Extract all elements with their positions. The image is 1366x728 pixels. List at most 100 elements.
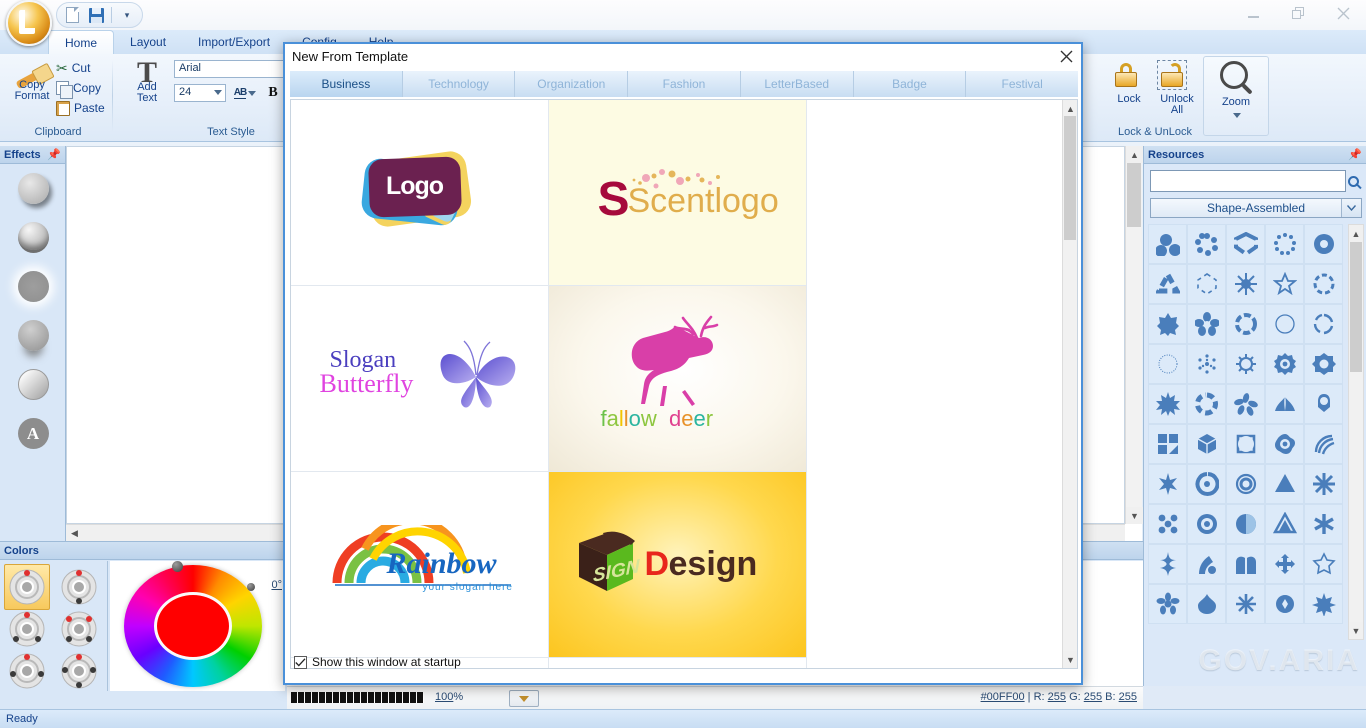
effect-item-text-style[interactable]: A	[0, 409, 66, 458]
shape-cell[interactable]	[1226, 224, 1265, 264]
shape-cell[interactable]	[1187, 424, 1226, 464]
bold-button[interactable]: B	[262, 84, 284, 102]
dialog-category-tab-festival[interactable]: Festival	[966, 71, 1079, 97]
template-card-sign-design[interactable]: SIGN D esign SIGNDesign	[549, 472, 807, 658]
shape-cell[interactable]	[1226, 424, 1265, 464]
shape-cell[interactable]	[1187, 304, 1226, 344]
shape-cell[interactable]	[1187, 384, 1226, 424]
dialog-category-tab-business[interactable]: Business	[290, 71, 403, 97]
resources-search-button[interactable]	[1344, 171, 1362, 191]
shape-cell[interactable]	[1304, 504, 1343, 544]
template-card-logo[interactable]: Logo	[291, 100, 549, 286]
app-menu-orb-button[interactable]	[6, 0, 52, 46]
shape-cell[interactable]	[1304, 544, 1343, 584]
shape-cell[interactable]	[1265, 544, 1304, 584]
shape-cell[interactable]	[1304, 464, 1343, 504]
dialog-scrollbar[interactable]: ▲ ▼	[1062, 100, 1077, 668]
shape-cell[interactable]	[1304, 264, 1343, 304]
minimize-button[interactable]	[1231, 0, 1276, 26]
template-card-scentlogo[interactable]: S Scentlogo	[549, 100, 807, 286]
color-wheel-hue-handle[interactable]	[172, 561, 183, 572]
dialog-category-tab-organization[interactable]: Organization	[515, 71, 629, 97]
shape-cell[interactable]	[1304, 344, 1343, 384]
resources-category-select[interactable]: Shape-Assembled	[1150, 198, 1362, 218]
startup-checkbox[interactable]	[294, 655, 307, 669]
shape-cell[interactable]	[1304, 584, 1343, 624]
shape-cell[interactable]	[1187, 544, 1226, 584]
scroll-down-button[interactable]: ▼	[1349, 622, 1363, 639]
shape-cell[interactable]	[1148, 584, 1187, 624]
copy-button[interactable]: Copy	[56, 78, 105, 99]
letter-spacing-button[interactable]: AB	[232, 84, 258, 102]
effect-item-bevel[interactable]	[0, 360, 66, 409]
shape-cell[interactable]	[1187, 464, 1226, 504]
paste-button[interactable]: Paste	[56, 98, 105, 118]
shape-cell[interactable]	[1265, 344, 1304, 384]
shape-cell[interactable]	[1265, 304, 1304, 344]
resources-scrollbar[interactable]: ▲ ▼	[1348, 224, 1364, 640]
zoom-percent[interactable]: 100%	[435, 691, 463, 703]
shape-cell[interactable]	[1148, 464, 1187, 504]
shape-cell[interactable]	[1265, 504, 1304, 544]
shape-cell[interactable]	[1187, 584, 1226, 624]
ribbon-group-zoom[interactable]: Zoom	[1203, 56, 1269, 136]
shape-cell[interactable]	[1304, 224, 1343, 264]
shape-cell[interactable]	[1226, 384, 1265, 424]
angle-handle[interactable]	[247, 583, 255, 591]
shape-cell[interactable]	[1226, 344, 1265, 384]
dialog-category-tab-badge[interactable]: Badge	[853, 71, 967, 97]
scroll-down-button[interactable]: ▼	[1063, 651, 1077, 668]
resources-search-input[interactable]	[1150, 170, 1346, 192]
effect-item-drop-shadow[interactable]	[0, 164, 66, 213]
shape-cell[interactable]	[1148, 424, 1187, 464]
gradient-swatch-5[interactable]	[4, 648, 50, 694]
color-wheel[interactable]	[124, 565, 262, 687]
lock-button[interactable]: Lock	[1107, 94, 1151, 105]
scroll-down-button[interactable]: ▼	[1126, 507, 1143, 524]
gradient-swatch-4[interactable]	[56, 606, 102, 652]
shape-cell[interactable]	[1187, 344, 1226, 384]
dialog-category-tab-letterbased[interactable]: LetterBased	[740, 71, 854, 97]
angle-value[interactable]: 0°	[271, 579, 282, 591]
canvas-vertical-scrollbar[interactable]: ▲ ▼	[1125, 146, 1143, 524]
scroll-up-button[interactable]: ▲	[1063, 100, 1077, 117]
template-card-rainbow[interactable]: Rainbow your slogan here	[291, 472, 549, 658]
new-page-button[interactable]	[61, 4, 83, 26]
shape-cell[interactable]	[1148, 504, 1187, 544]
shape-cell[interactable]	[1226, 304, 1265, 344]
shape-cell[interactable]	[1265, 464, 1304, 504]
tab-import-export[interactable]: Import/Export	[182, 30, 286, 54]
shape-cell[interactable]	[1304, 424, 1343, 464]
tab-layout[interactable]: Layout	[114, 30, 182, 54]
shape-cell[interactable]	[1148, 304, 1187, 344]
dropdown-button[interactable]	[509, 690, 539, 707]
effect-item-reflection[interactable]	[0, 311, 66, 360]
gradient-swatch-6[interactable]	[56, 648, 102, 694]
shape-cell[interactable]	[1226, 464, 1265, 504]
font-size-combobox[interactable]: 24	[174, 84, 226, 102]
scroll-up-button[interactable]: ▲	[1349, 225, 1363, 242]
dialog-scroll-thumb[interactable]	[1064, 116, 1076, 240]
startup-checkbox-row[interactable]: Show this window at startup	[294, 655, 461, 669]
shape-cell[interactable]	[1148, 224, 1187, 264]
shape-cell[interactable]	[1187, 504, 1226, 544]
shape-cell[interactable]	[1187, 264, 1226, 304]
shape-cell[interactable]	[1265, 264, 1304, 304]
shape-cell[interactable]	[1226, 264, 1265, 304]
shape-cell[interactable]	[1304, 384, 1343, 424]
dialog-category-tab-fashion[interactable]: Fashion	[628, 71, 741, 97]
scroll-left-button[interactable]: ◀	[66, 525, 83, 542]
effect-item-inner-shadow[interactable]	[0, 213, 66, 262]
shape-cell[interactable]	[1148, 264, 1187, 304]
shape-cell[interactable]	[1148, 344, 1187, 384]
shape-cell[interactable]	[1265, 424, 1304, 464]
dialog-close-button[interactable]	[1055, 46, 1077, 66]
pin-icon[interactable]: 📌	[1348, 148, 1362, 161]
pin-icon[interactable]: 📌	[47, 148, 61, 161]
add-text-button[interactable]: Add Text	[124, 82, 170, 104]
save-button[interactable]	[85, 4, 107, 26]
shape-cell[interactable]	[1148, 544, 1187, 584]
gradient-swatch-2[interactable]	[56, 564, 102, 610]
close-button[interactable]	[1321, 0, 1366, 26]
shape-cell[interactable]	[1187, 224, 1226, 264]
